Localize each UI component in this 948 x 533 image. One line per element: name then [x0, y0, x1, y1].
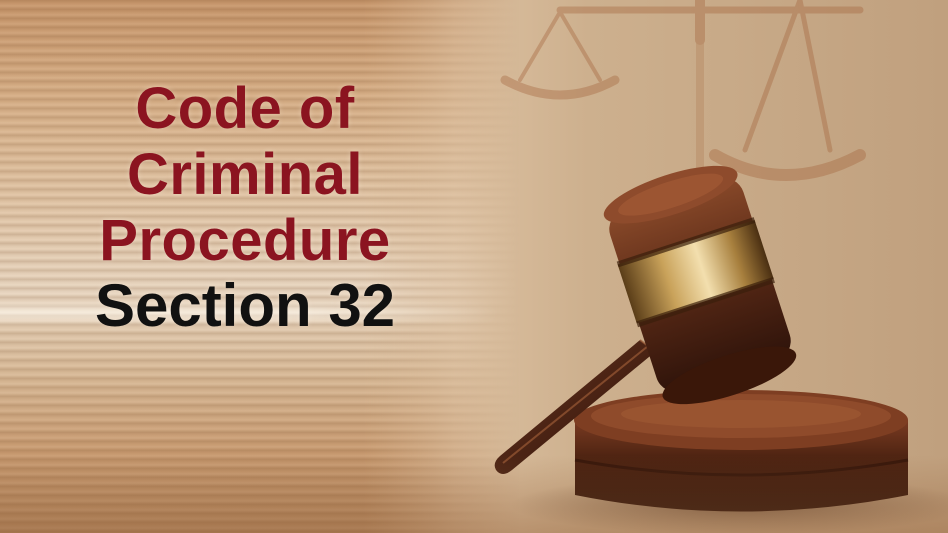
section-label: Section 32	[94, 272, 396, 339]
title-line-1: Code of	[135, 76, 355, 141]
title-block: Code of Criminal Procedure Section 32	[0, 80, 490, 336]
title-line-3: Procedure	[99, 208, 391, 273]
title-line-2: Criminal	[126, 142, 364, 207]
table-surface	[0, 455, 948, 533]
thumbnail-canvas: Code of Criminal Procedure Section 32	[0, 0, 948, 533]
